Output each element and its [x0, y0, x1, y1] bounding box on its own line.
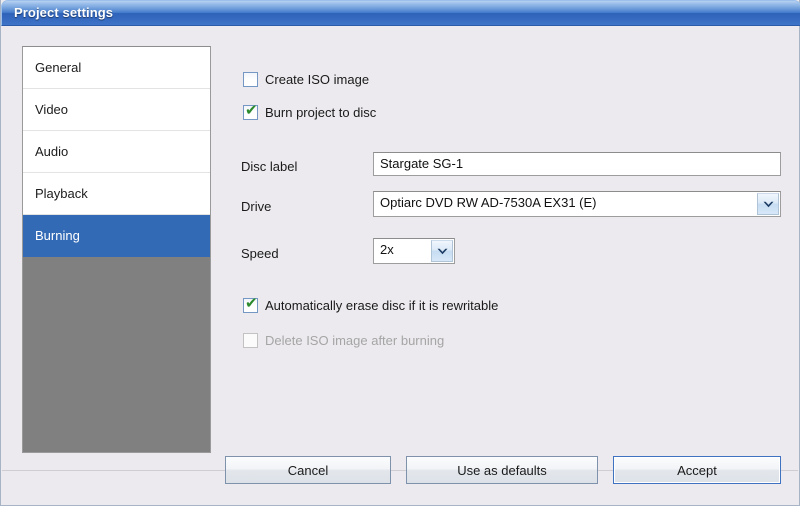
burn-project-label: Burn project to disc	[265, 104, 377, 120]
sidebar-item-label: Playback	[35, 186, 88, 201]
drive-select[interactable]: Optiarc DVD RW AD-7530A EX31 (E)	[373, 191, 781, 217]
speed-select[interactable]: 2x	[373, 238, 455, 264]
delete-iso-checkbox-row: Delete ISO image after burning	[243, 331, 444, 349]
checkmark-icon: ✔	[245, 293, 258, 312]
settings-category-list[interactable]: General Video Audio Playback Burning	[22, 46, 211, 453]
sidebar-item-general[interactable]: General	[23, 47, 210, 89]
create-iso-checkbox[interactable]	[243, 71, 258, 87]
delete-iso-label: Delete ISO image after burning	[265, 332, 445, 348]
chevron-down-icon[interactable]	[757, 193, 779, 215]
disc-label-input[interactable]: Stargate SG-1	[373, 152, 781, 176]
dialog-body: General Video Audio Playback Burning Cre…	[1, 26, 799, 504]
create-iso-checkbox-row[interactable]: Create ISO image	[243, 70, 369, 88]
use-as-defaults-button[interactable]: Use as defaults	[406, 456, 598, 484]
sidebar-item-video[interactable]: Video	[23, 89, 210, 131]
auto-erase-checkbox[interactable]: ✔	[243, 293, 258, 313]
auto-erase-checkbox-row[interactable]: ✔ Automatically erase disc if it is rewr…	[243, 293, 499, 314]
project-settings-dialog: Project settings General Video Audio Pla…	[0, 0, 800, 506]
accept-button[interactable]: Accept	[613, 456, 781, 484]
title-bar: Project settings	[1, 0, 800, 26]
burning-settings-panel: Create ISO image ✔ Burn project to disc …	[229, 46, 781, 453]
chevron-down-icon[interactable]	[431, 240, 453, 262]
cancel-button[interactable]: Cancel	[225, 456, 391, 484]
sidebar-item-label: Video	[35, 102, 69, 117]
drive-label: Drive	[241, 199, 272, 214]
checkmark-icon: ✔	[245, 100, 258, 119]
disc-label-label: Disc label	[241, 159, 298, 174]
auto-erase-label: Automatically erase disc if it is rewrit…	[265, 297, 499, 313]
sidebar-item-label: General	[35, 60, 82, 75]
sidebar-item-burning[interactable]: Burning	[23, 215, 210, 257]
burn-project-checkbox[interactable]: ✔	[243, 100, 258, 120]
speed-selected-value: 2x	[380, 242, 394, 257]
burn-project-checkbox-row[interactable]: ✔ Burn project to disc	[243, 100, 377, 121]
speed-label: Speed	[241, 246, 279, 261]
create-iso-label: Create ISO image	[265, 71, 370, 87]
sidebar-item-playback[interactable]: Playback	[23, 173, 210, 215]
drive-selected-value: Optiarc DVD RW AD-7530A EX31 (E)	[380, 195, 597, 210]
window-title: Project settings	[14, 5, 114, 20]
sidebar-item-audio[interactable]: Audio	[23, 131, 210, 173]
sidebar-item-label: Burning	[35, 228, 80, 243]
delete-iso-checkbox	[243, 332, 258, 348]
sidebar-item-label: Audio	[35, 144, 69, 159]
